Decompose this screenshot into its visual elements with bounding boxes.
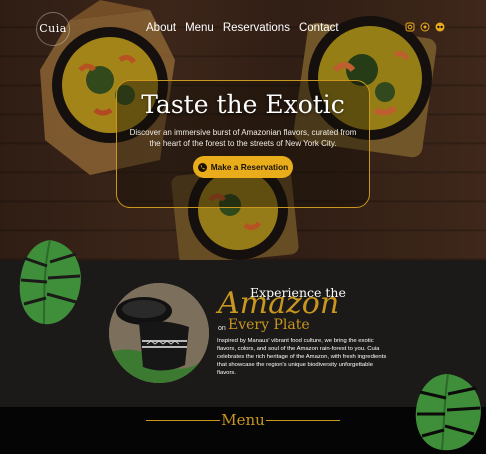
about-heading-main: Amazon: [218, 286, 340, 321]
nav-item-about[interactable]: About: [146, 22, 176, 34]
make-reservation-button[interactable]: Make a Reservation: [193, 156, 293, 178]
monstera-leaf-right: [415, 373, 481, 451]
instagram-icon[interactable]: [405, 22, 415, 32]
hero-title: Taste the Exotic: [141, 90, 345, 119]
tripadvisor-icon[interactable]: [435, 22, 445, 32]
about-heading-on: on: [218, 325, 226, 332]
about-description: Inspired by Manaus' vibrant food culture…: [217, 338, 387, 376]
whatsapp-icon[interactable]: [420, 22, 430, 32]
make-reservation-label: Make a Reservation: [210, 162, 289, 172]
monstera-leaf-left: [19, 239, 81, 325]
social-links: [405, 22, 445, 32]
hero-subtitle: Discover an immersive burst of Amazonian…: [129, 128, 357, 148]
nav-item-reservations[interactable]: Reservations: [223, 22, 290, 34]
page: Cuia About Menu Reservations Contact Tas…: [0, 0, 486, 454]
nav-item-menu[interactable]: Menu: [185, 22, 214, 34]
nav-item-contact[interactable]: Contact: [299, 22, 339, 34]
main-nav: About Menu Reservations Contact: [146, 22, 339, 34]
about-heading-bottom: Every Plate: [228, 317, 310, 333]
phone-icon: [197, 162, 207, 172]
brand-logo[interactable]: Cuia: [36, 12, 70, 46]
bowl-photo: [109, 283, 209, 383]
